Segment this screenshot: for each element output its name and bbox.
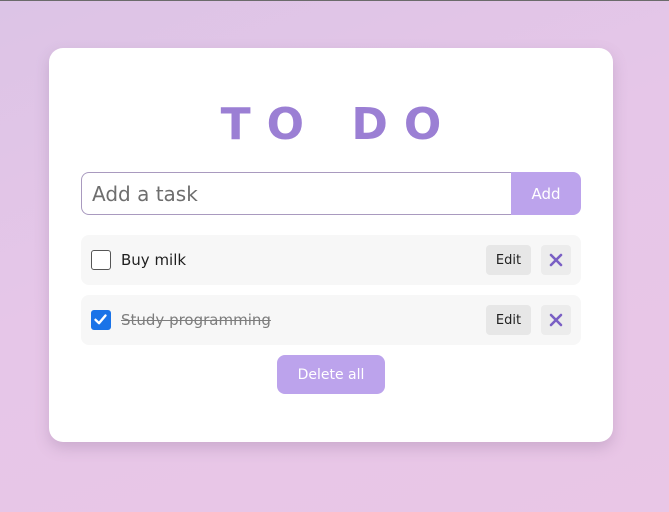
close-icon: [549, 253, 563, 267]
checkmark-icon: [94, 314, 107, 325]
todo-text: Study programming: [121, 311, 271, 329]
todo-card: TO DO Add Buy milk Edit Study programmin…: [49, 48, 613, 442]
delete-button[interactable]: [541, 245, 571, 275]
app-title: TO DO: [220, 99, 458, 150]
todo-checkbox[interactable]: [91, 310, 111, 330]
todo-item: Study programming Edit: [81, 295, 581, 345]
delete-all-button[interactable]: Delete all: [277, 355, 385, 394]
close-icon: [549, 313, 563, 327]
edit-button[interactable]: Edit: [486, 305, 531, 335]
add-button[interactable]: Add: [511, 172, 581, 215]
add-task-row: Add: [81, 172, 581, 215]
task-input[interactable]: [81, 172, 511, 215]
todo-text: Buy milk: [121, 251, 187, 269]
todo-item: Buy milk Edit: [81, 235, 581, 285]
delete-button[interactable]: [541, 305, 571, 335]
window-top-border: [0, 0, 669, 1]
edit-button[interactable]: Edit: [486, 245, 531, 275]
todo-checkbox[interactable]: [91, 250, 111, 270]
todo-list: Buy milk Edit Study programming Edit: [81, 235, 581, 355]
